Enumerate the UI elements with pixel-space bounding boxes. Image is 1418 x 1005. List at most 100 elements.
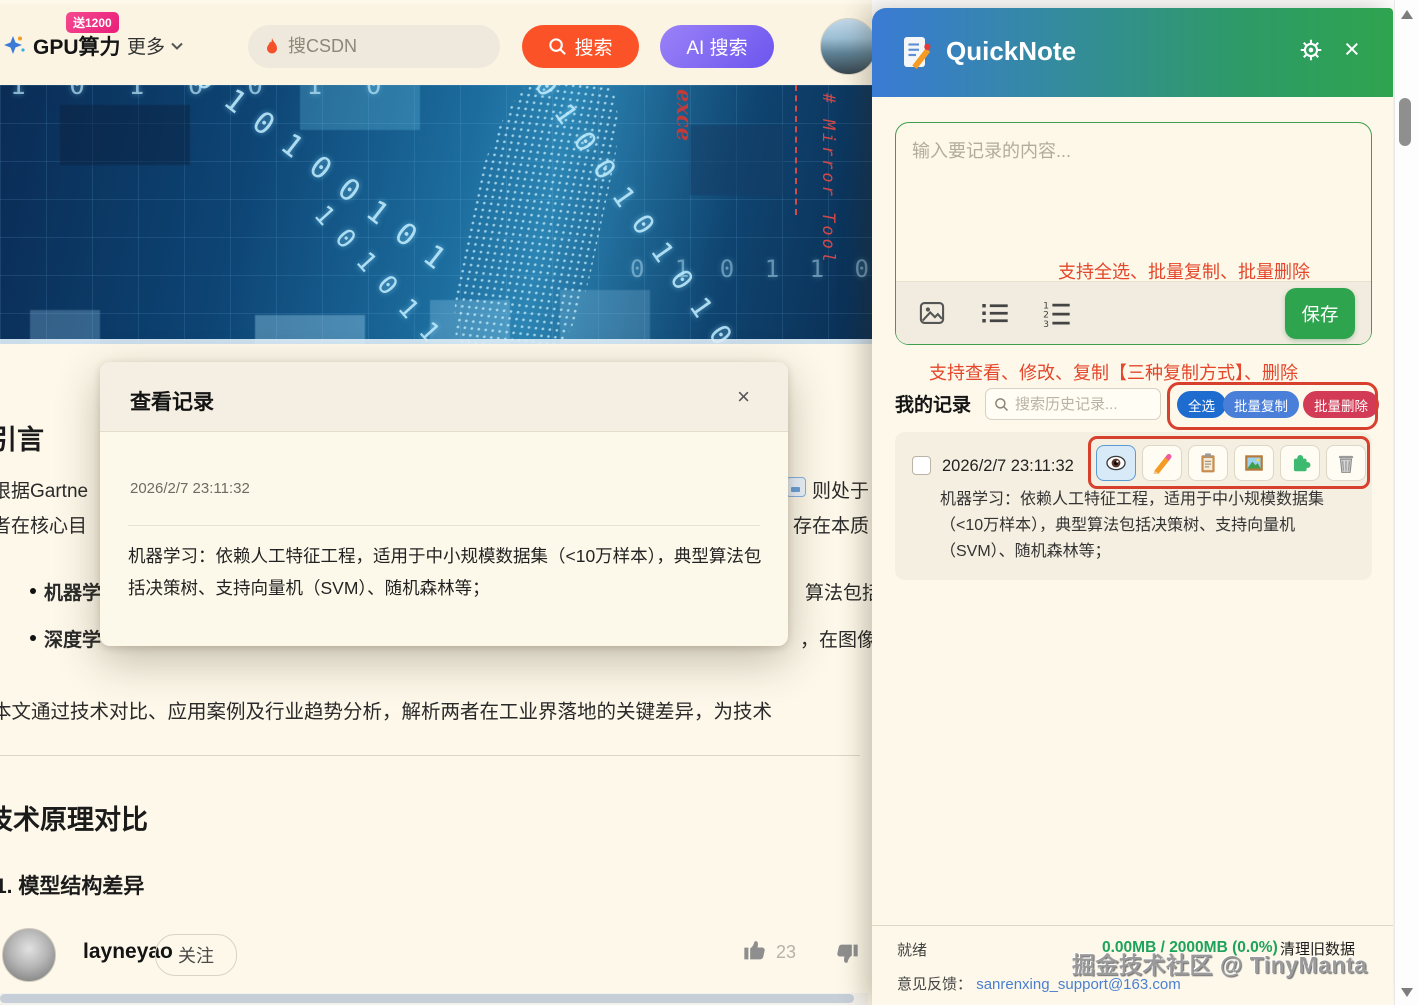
horizontal-scrollbar-thumb[interactable]	[0, 994, 854, 1003]
ai-search-label: AI 搜索	[686, 33, 747, 60]
quicknote-logo-icon	[898, 34, 934, 75]
settings-button[interactable]	[1297, 36, 1325, 67]
feedback-label: 意见反馈：	[897, 976, 972, 993]
promo-badge: 送1200	[66, 12, 119, 33]
article-intro-heading: 引言	[0, 418, 44, 457]
scrollbar-up-arrow[interactable]	[1401, 10, 1413, 19]
article-bullet2-left: 深度学	[44, 625, 101, 652]
article-line1-left: 根据Gartne	[0, 476, 88, 503]
pencil-icon	[1151, 452, 1173, 474]
site-logo-icon[interactable]	[4, 34, 28, 63]
panel-close-button[interactable]: ×	[1344, 34, 1360, 65]
copy-image-button[interactable]	[1234, 445, 1274, 481]
magnifier-icon	[548, 37, 567, 56]
article-divider	[0, 755, 860, 756]
article-paragraph: 本文通过技术对比、应用案例及行业趋势分析，解析两者在工业界落地的关键差异，为技术	[0, 695, 772, 724]
copy-markdown-button[interactable]	[1280, 445, 1320, 481]
record-date: 2026/2/7 23:11:32	[942, 457, 1074, 476]
annotation-batch-text: 支持全选、批量复制、批量删除	[1058, 258, 1310, 284]
banner-bottom-strip	[0, 339, 872, 344]
framed-picture-icon	[1243, 452, 1265, 474]
banner-square	[690, 125, 785, 195]
sparkle-icon	[4, 34, 28, 58]
scrollbar-down-arrow[interactable]	[1401, 988, 1413, 997]
gear-icon	[1297, 36, 1325, 64]
banner-code-label: exce	[672, 89, 697, 141]
bullet-dot	[30, 635, 36, 641]
modal-title: 查看记录	[130, 386, 214, 416]
vertical-scrollbar[interactable]	[1394, 0, 1418, 1005]
compose-toolbar: 1 2 3 保存	[896, 281, 1371, 344]
article-section-heading: 技术原理对比	[0, 798, 148, 837]
search-button[interactable]: 搜索	[522, 25, 639, 68]
history-search-input[interactable]	[1015, 396, 1145, 413]
edit-record-button[interactable]	[1142, 445, 1182, 481]
chevron-down-icon	[170, 41, 184, 51]
batch-delete-button[interactable]: 批量删除	[1303, 391, 1379, 418]
screenshot-stage: GPU算力 送1200 更多 搜索	[0, 0, 1418, 1005]
banner-square	[60, 105, 190, 165]
magnifier-icon	[994, 397, 1009, 412]
banner-dashed-line	[795, 85, 797, 215]
numbered-list-button[interactable]: 1 2 3	[1042, 299, 1072, 330]
horizontal-scrollbar[interactable]	[0, 993, 868, 1005]
select-all-button[interactable]: 全选	[1177, 391, 1226, 418]
record-item: 2026/2/7 23:11:32	[895, 432, 1372, 580]
site-logo-text[interactable]: GPU算力	[33, 31, 121, 61]
history-search-box[interactable]	[985, 388, 1161, 420]
insert-image-button[interactable]	[918, 299, 946, 330]
article-line2-left: 者在核心目	[0, 511, 87, 538]
article-subsection-heading: 1. 模型结构差异	[0, 870, 144, 900]
author-avatar[interactable]	[2, 928, 56, 982]
record-content: 机器学习：依赖人工特征工程，适用于中小规模数据集（<10万样本），典型算法包括决…	[940, 487, 1362, 565]
like-count: 23	[776, 942, 796, 963]
vertical-scrollbar-thumb[interactable]	[1399, 98, 1411, 146]
svg-text:3: 3	[1043, 319, 1049, 327]
copy-text-button[interactable]	[1188, 445, 1228, 481]
user-avatar[interactable]	[820, 18, 872, 75]
site-search-box[interactable]	[248, 25, 500, 68]
article-bullet2-right: ，在图像	[800, 625, 872, 652]
follow-button-label: 关注	[178, 946, 214, 966]
thumbs-down-button[interactable]	[832, 940, 860, 973]
modal-record-date: 2026/2/7 23:11:32	[130, 480, 250, 497]
modal-close-button[interactable]: ×	[737, 384, 750, 410]
search-button-label: 搜索	[574, 33, 612, 60]
article-bullet1-left: 机器学	[44, 578, 101, 605]
note-input[interactable]	[912, 137, 1352, 267]
quicknote-panel: QuickNote ×	[872, 0, 1394, 1005]
delete-record-button[interactable]	[1326, 445, 1366, 481]
bullet-dot	[30, 588, 36, 594]
thumbs-up-button[interactable]	[742, 936, 770, 969]
status-text: 就绪	[897, 939, 927, 960]
clipboard-icon	[1197, 452, 1219, 474]
follow-button[interactable]: 关注	[155, 934, 237, 976]
top-navbar: GPU算力 送1200 更多 搜索	[0, 4, 872, 85]
image-icon	[918, 299, 946, 327]
banner-code-label-vertical: # Mirror Tool	[818, 93, 838, 265]
view-record-modal: 查看记录 × 2026/2/7 23:11:32 机器学习：依赖人工特征工程，适…	[100, 362, 788, 646]
thumbs-down-icon	[832, 940, 860, 968]
thumbs-up-icon	[742, 936, 770, 964]
modal-record-content: 机器学习：依赖人工特征工程，适用于中小规模数据集（<10万样本），典型算法包括决…	[128, 540, 768, 605]
batch-copy-button[interactable]: 批量复制	[1223, 391, 1299, 418]
bullet-list-button[interactable]	[980, 299, 1010, 330]
nav-more-label: 更多	[127, 32, 165, 59]
inline-image-icon	[786, 477, 806, 497]
view-record-button[interactable]	[1096, 445, 1136, 481]
site-search-input[interactable]	[288, 36, 468, 57]
watermark-text: 掘金技术社区 @ TinyManta	[1072, 946, 1392, 980]
article-line1-right: 则处于	[812, 476, 869, 503]
record-checkbox[interactable]	[912, 456, 931, 475]
banner-binary-text: 1 0 1 0 0 1 0	[10, 85, 396, 101]
nav-more-menu[interactable]: 更多	[127, 32, 184, 59]
panel-title: QuickNote	[946, 36, 1076, 67]
puzzle-icon	[1289, 452, 1311, 474]
bullet-list-icon	[980, 299, 1010, 327]
note-compose-card: 1 2 3 保存	[895, 122, 1372, 345]
my-records-title: 我的记录	[895, 390, 971, 417]
article-banner-image: 0 1 0 1 0 0 1 0 1 1 0 1 0 1 1 0 0 1 0 0 …	[0, 85, 872, 344]
flame-icon	[264, 37, 280, 57]
ai-search-button[interactable]: AI 搜索	[660, 25, 774, 68]
save-note-button[interactable]: 保存	[1285, 288, 1355, 339]
